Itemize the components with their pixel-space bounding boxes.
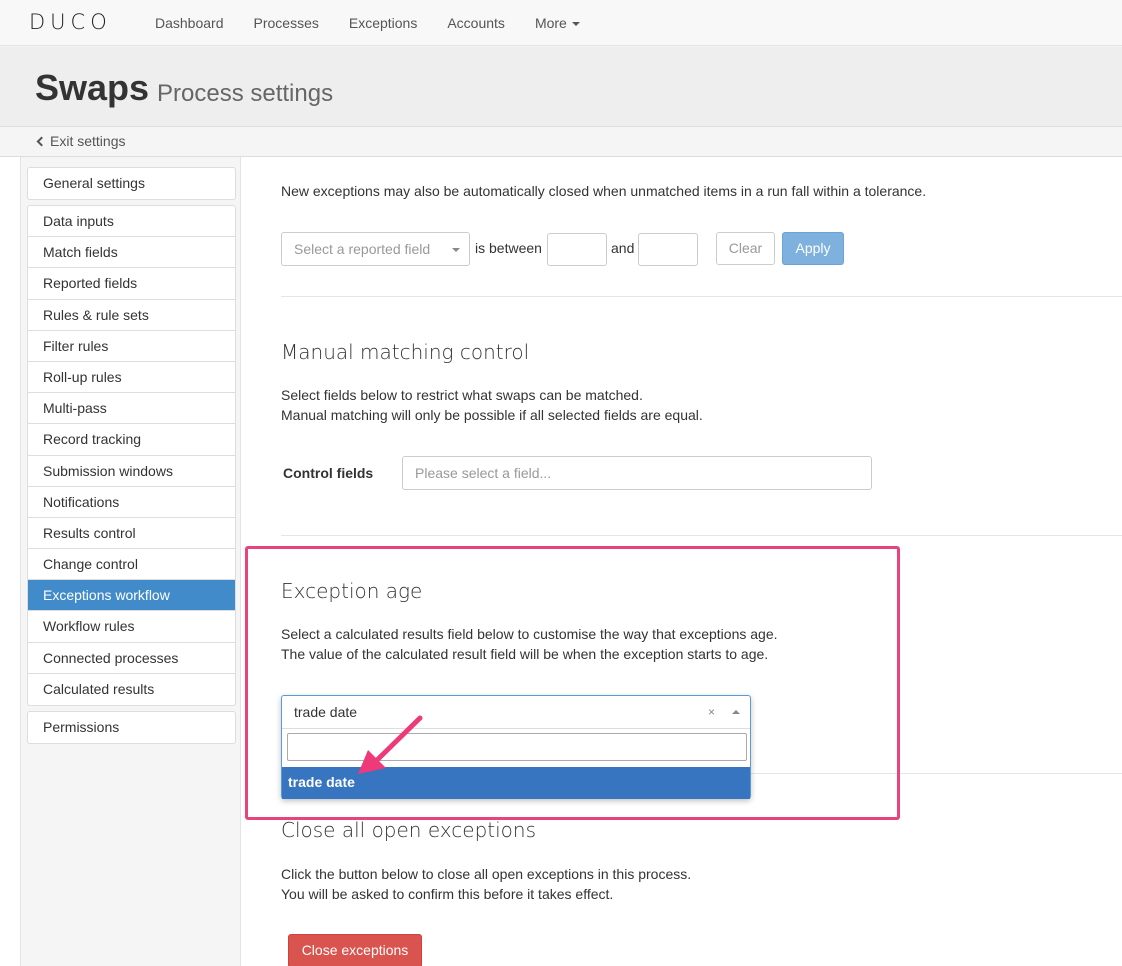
sidebar-item-submission-windows[interactable]: Submission windows	[28, 456, 235, 487]
page-subtitle: Process settings	[157, 80, 334, 107]
nav-exceptions[interactable]: Exceptions	[334, 15, 432, 31]
close-exceptions-button[interactable]: Close exceptions	[288, 934, 422, 966]
sidebar-item-results-control[interactable]: Results control	[28, 518, 235, 550]
nav-more-label: More	[534, 15, 567, 31]
apply-button[interactable]: Apply	[782, 232, 844, 265]
caret-down-icon	[571, 22, 580, 27]
sidebar-item-permissions[interactable]: Permissions	[28, 712, 235, 743]
reported-field-placeholder: Select a reported field	[294, 241, 431, 257]
chevron-left-icon	[36, 136, 47, 147]
clear-selection-icon[interactable]: ×	[708, 705, 715, 719]
sidebar-item-reported-fields[interactable]: Reported fields	[28, 268, 235, 300]
divider	[281, 535, 1122, 536]
exit-settings-link[interactable]: Exit settings	[36, 133, 125, 149]
exit-settings-label: Exit settings	[50, 133, 126, 149]
divider	[281, 296, 1122, 297]
nav-accounts[interactable]: Accounts	[432, 15, 520, 31]
dropdown-up-arrow-icon[interactable]	[732, 710, 740, 714]
max-value-input[interactable]	[638, 233, 698, 266]
sidebar-item-data-inputs[interactable]: Data inputs	[28, 206, 235, 238]
control-fields-input[interactable]: Please select a field...	[402, 456, 872, 490]
close-exceptions-heading: Close all open exceptions	[281, 818, 536, 842]
sidebar-item-rules[interactable]: Rules & rule sets	[28, 300, 235, 331]
dropdown-arrow-icon	[452, 248, 460, 252]
manual-matching-line2: Manual matching will only be possible if…	[281, 407, 703, 423]
and-label: and	[611, 240, 635, 256]
sidebar-item-change-control[interactable]: Change control	[28, 549, 235, 581]
sidebar-item-exceptions-workflow[interactable]: Exceptions workflow	[28, 580, 235, 612]
sidebar-item-record-tracking[interactable]: Record tracking	[28, 424, 235, 456]
sidebar-item-match-fields[interactable]: Match fields	[28, 237, 235, 269]
sidebar-group-main: Data inputs Match fields Reported fields…	[27, 205, 236, 706]
close-exceptions-line2: You will be asked to confirm this before…	[281, 886, 614, 902]
settings-sidebar: General settings Data inputs Match field…	[20, 157, 241, 966]
annotation-arrow-icon	[358, 715, 423, 774]
control-fields-label: Control fields	[283, 465, 374, 481]
close-exceptions-line1: Click the button below to close all open…	[281, 866, 692, 882]
sidebar-item-calculated-results[interactable]: Calculated results	[28, 674, 235, 705]
page-header: Swaps Process settings	[0, 47, 1122, 127]
sidebar-item-notifications[interactable]: Notifications	[28, 487, 235, 518]
sidebar-group-permissions: Permissions	[27, 711, 236, 745]
nav-dashboard[interactable]: Dashboard	[140, 15, 239, 31]
clear-button[interactable]: Clear	[716, 232, 775, 265]
page-title: Swaps	[35, 67, 150, 108]
sidebar-item-general-settings[interactable]: General settings	[28, 168, 235, 199]
nav-more[interactable]: More	[520, 15, 595, 31]
sidebar-item-multi-pass[interactable]: Multi-pass	[28, 393, 235, 425]
tolerance-description: New exceptions may also be automatically…	[281, 183, 927, 199]
sidebar-group-general: General settings	[27, 167, 236, 201]
nav-processes[interactable]: Processes	[239, 15, 334, 31]
min-value-input[interactable]	[547, 233, 607, 266]
duco-logo[interactable]: DUCO	[29, 10, 112, 34]
sidebar-item-roll-up-rules[interactable]: Roll-up rules	[28, 362, 235, 394]
sidebar-item-filter-rules[interactable]: Filter rules	[28, 331, 235, 362]
sidebar-item-workflow-rules[interactable]: Workflow rules	[28, 611, 235, 643]
main-nav: Dashboard Processes Exceptions Accounts …	[140, 0, 595, 46]
manual-matching-line1: Select fields below to restrict what swa…	[281, 387, 643, 403]
calculated-field-value: trade date	[294, 704, 358, 720]
exit-bar: Exit settings	[0, 127, 1122, 157]
top-navbar: DUCO Dashboard Processes Exceptions Acco…	[0, 0, 1122, 46]
sidebar-item-connected-processes[interactable]: Connected processes	[28, 643, 235, 674]
reported-field-select[interactable]: Select a reported field	[281, 232, 470, 266]
manual-matching-heading: Manual matching control	[281, 340, 530, 364]
is-between-label: is between	[475, 240, 542, 256]
